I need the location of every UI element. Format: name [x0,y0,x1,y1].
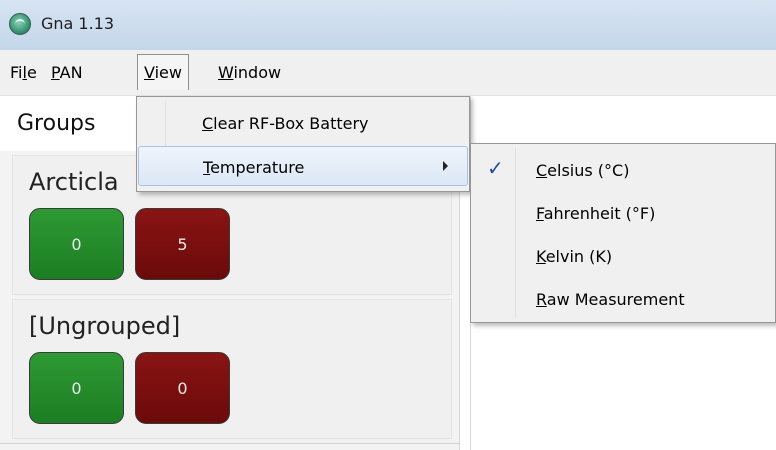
menu-item-celsius[interactable]: ✓ Celsius (°C) [473,150,775,190]
menu-item-label: Temperature [203,158,304,177]
alert-count-button[interactable]: 0 [135,352,230,424]
menu-pan-label-end: AN [59,63,83,82]
group-name: Arcticla [29,168,119,196]
menu-item-label: Raw Measurement [536,290,685,309]
alert-count-button[interactable]: 5 [135,208,230,280]
menu-file[interactable]: File [10,63,37,85]
menu-item-mnemonic: T [203,158,211,177]
menu-file-label-end: e [26,63,37,82]
title-bar: Gna 1.13 [0,0,776,50]
menu-item-raw-measurement[interactable]: Raw Measurement [473,279,775,319]
window-title: Gna 1.13 [41,14,115,33]
menu-window-mnemonic: W [218,63,234,82]
menu-item-label-rest: lear RF-Box Battery [213,114,369,133]
menu-item-mnemonic: R [536,290,547,309]
menu-item-mnemonic: K [536,247,546,266]
menu-pan[interactable]: PAN [51,63,83,85]
menu-item-fahrenheit[interactable]: Fahrenheit (°F) [473,193,775,233]
menu-view-mnemonic: V [144,63,155,82]
menu-item-label: Fahrenheit (°F) [536,204,655,223]
submenu-arrow-icon [443,161,448,171]
menu-window[interactable]: Window [218,63,281,85]
menu-item-kelvin[interactable]: Kelvin (K) [473,236,775,276]
menu-item-label-rest: elvin (K) [545,247,613,266]
menu-item-label-rest: ahrenheit (°F) [543,204,656,223]
divider [0,443,460,444]
menu-view-label-end: iew [154,63,182,82]
menu-item-label: Celsius (°C) [536,161,629,180]
group-name: [Ungrouped] [29,312,181,340]
app-globe-icon[interactable] [9,13,31,35]
groups-panel: Arcticla 0 5 [Ungrouped] 0 0 [0,151,460,450]
menu-item-label-rest: aw Measurement [546,290,685,309]
temperature-submenu: ✓ Celsius (°C) Fahrenheit (°F) Kelvin (K… [470,143,776,323]
menu-item-label-rest: elsius (°C) [547,161,630,180]
menu-item-mnemonic: C [536,161,548,180]
menu-item-label-rest: emperature [210,158,305,177]
menu-item-label: Kelvin (K) [536,247,612,266]
menu-item-mnemonic: C [202,114,214,133]
menu-item-mnemonic: F [536,204,544,223]
menu-item-clear-rf-box-battery[interactable]: Clear RF-Box Battery [138,103,468,143]
view-dropdown-menu: Clear RF-Box Battery Temperature [136,96,470,192]
menu-item-temperature[interactable]: Temperature [138,146,468,186]
checkmark-icon: ✓ [487,156,504,180]
ok-count-button[interactable]: 0 [29,208,124,280]
menu-item-label: Clear RF-Box Battery [202,114,369,133]
menu-window-label-end: indow [233,63,282,82]
menu-view[interactable]: View [137,54,189,90]
groups-label[interactable]: Groups [17,111,95,136]
ok-count-button[interactable]: 0 [29,352,124,424]
group-box: [Ungrouped] 0 0 [12,299,452,439]
menu-bar: File PAN View Window [0,50,776,96]
menu-file-label-start: Fi [10,63,23,82]
menu-pan-mnemonic: P [51,63,60,82]
